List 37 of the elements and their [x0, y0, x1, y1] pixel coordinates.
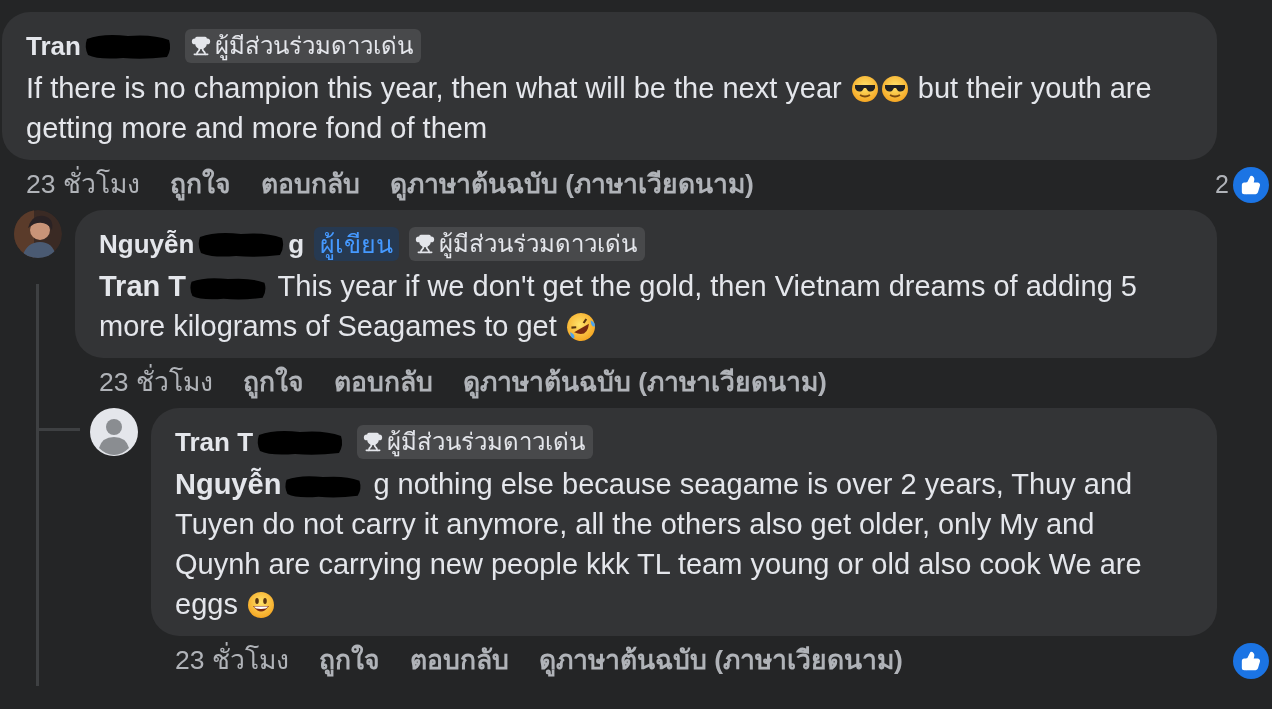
- action-link[interactable]: ดูภาษาต้นฉบับ (ภาษาเวียดนาม): [462, 363, 827, 403]
- reaction-count: 2: [1215, 169, 1229, 201]
- comment-text: Tran T This year if we don't get the gold, then Vietnam dreams of adding 5 more kilograms of Seagames to get: [99, 269, 1138, 344]
- action-link[interactable]: ตอบกลับ: [260, 165, 360, 205]
- author-name[interactable]: Tran: [26, 26, 81, 66]
- action-link[interactable]: ตอบกลับ: [333, 363, 433, 403]
- like-icon[interactable]: [1233, 643, 1269, 679]
- trophy-icon: [190, 36, 211, 56]
- action-link[interactable]: ถูกใจ: [169, 165, 231, 205]
- action-link[interactable]: ดูภาษาต้นฉบับ (ภาษาเวียดนาม): [538, 641, 903, 681]
- avatar[interactable]: [90, 408, 138, 456]
- author-name[interactable]: Nguyễn: [99, 224, 195, 264]
- laughing-emoji-icon: [565, 312, 596, 342]
- mention-link[interactable]: Tran T: [99, 270, 186, 302]
- grinning-emoji-icon: [246, 591, 275, 619]
- action-link[interactable]: ดูภาษาต้นฉบับ (ภาษาเวียดนาม): [389, 165, 754, 205]
- action-link[interactable]: ถูกใจ: [318, 641, 380, 681]
- trophy-icon: [415, 234, 436, 254]
- author-badge: ผู้เขียน: [314, 227, 400, 261]
- author-name[interactable]: g: [288, 224, 305, 264]
- timestamp: 23 ชั่วโมง: [99, 363, 213, 403]
- top-fan-badge: ผู้มีส่วนร่วมดาวเด่น: [409, 227, 646, 261]
- top-fan-badge: ผู้มีส่วนร่วมดาวเด่น: [184, 29, 421, 63]
- top-fan-badge: ผู้มีส่วนร่วมดาวเด่น: [357, 425, 593, 459]
- action-link[interactable]: ถูกใจ: [242, 363, 304, 403]
- like-icon[interactable]: [1233, 167, 1269, 203]
- comment-text: Nguyễn g nothing else because seagame is over 2 years, Thuy and Tuyen do not carry it anymore, all the others also get older, only My and Quynh are carrying new people kkk TL team young or old also cook We are eggs: [175, 466, 1143, 622]
- author-name[interactable]: Tran T: [175, 422, 253, 462]
- sunglasses-emoji-icon: [880, 75, 909, 103]
- trophy-icon: [363, 432, 383, 452]
- timestamp: 23 ชั่วโมง: [175, 641, 289, 681]
- avatar[interactable]: [14, 210, 62, 258]
- timestamp: 23 ชั่วโมง: [26, 165, 140, 205]
- comment-text: If there is no champion this year, then what will be the next year but their youth are getting more and more fond of them: [26, 71, 1153, 146]
- mention-link[interactable]: Nguyễn: [175, 468, 282, 500]
- action-link[interactable]: ตอบกลับ: [409, 641, 509, 681]
- sunglasses-emoji-icon: [850, 75, 879, 103]
